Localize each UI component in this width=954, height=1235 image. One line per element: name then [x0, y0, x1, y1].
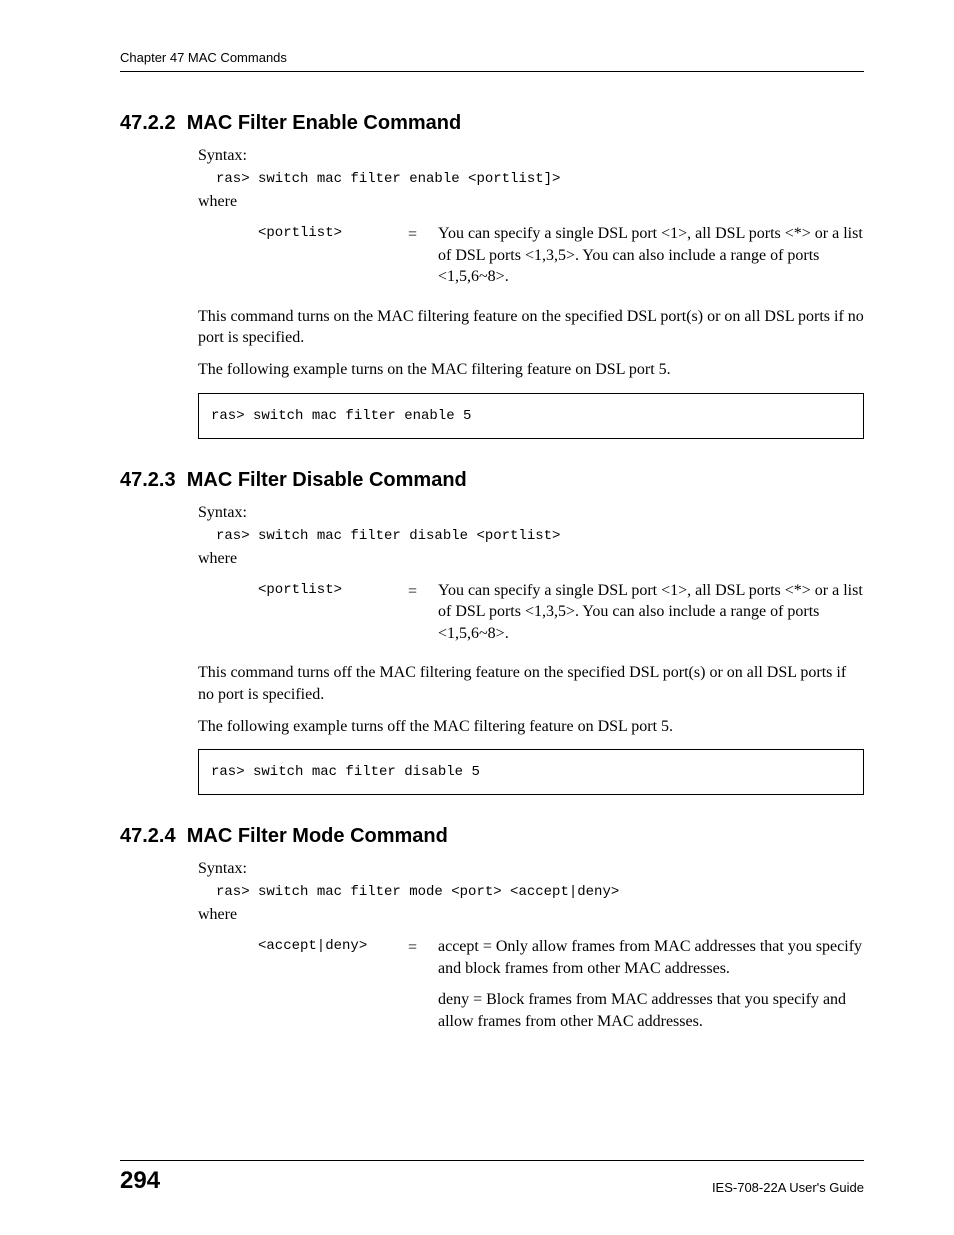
body-text: This command turns off the MAC filtering… — [198, 662, 864, 705]
param-row: <portlist> = You can specify a single DS… — [258, 223, 864, 288]
where-label: where — [198, 193, 864, 211]
param-desc-line: deny = Block frames from MAC addresses t… — [438, 989, 864, 1032]
section-heading: 47.2.2 MAC Filter Enable Command — [120, 112, 864, 135]
param-name: <portlist> — [258, 223, 408, 243]
param-eq: = — [408, 936, 438, 959]
section-title: MAC Filter Mode Command — [187, 825, 448, 847]
body-text: The following example turns on the MAC f… — [198, 359, 864, 381]
page-footer: 294 IES-708-22A User's Guide — [120, 1160, 864, 1195]
param-eq: = — [408, 223, 438, 246]
param-desc: accept = Only allow frames from MAC addr… — [438, 936, 864, 1042]
param-eq: = — [408, 580, 438, 603]
section-title: MAC Filter Enable Command — [187, 112, 461, 134]
example-box: ras> switch mac filter disable 5 — [198, 749, 864, 795]
syntax-command: ras> switch mac filter enable <portlist]… — [216, 171, 864, 187]
section-content: Syntax: ras> switch mac filter enable <p… — [198, 147, 864, 288]
param-desc: You can specify a single DSL port <1>, a… — [438, 223, 864, 288]
syntax-label: Syntax: — [198, 147, 864, 165]
syntax-command: ras> switch mac filter mode <port> <acce… — [216, 884, 864, 900]
param-desc-line: accept = Only allow frames from MAC addr… — [438, 936, 864, 979]
section-content: Syntax: ras> switch mac filter mode <por… — [198, 860, 864, 1042]
page-container: Chapter 47 MAC Commands 47.2.2 MAC Filte… — [0, 0, 954, 1235]
param-desc: You can specify a single DSL port <1>, a… — [438, 580, 864, 645]
section-heading: 47.2.3 MAC Filter Disable Command — [120, 469, 864, 492]
param-name: <portlist> — [258, 580, 408, 600]
param-name: <accept|deny> — [258, 936, 408, 956]
syntax-command: ras> switch mac filter disable <portlist… — [216, 528, 864, 544]
section-number: 47.2.4 — [120, 825, 176, 847]
example-box: ras> switch mac filter enable 5 — [198, 393, 864, 439]
syntax-label: Syntax: — [198, 860, 864, 878]
chapter-header: Chapter 47 MAC Commands — [120, 50, 864, 72]
param-row: <portlist> = You can specify a single DS… — [258, 580, 864, 645]
section-content: Syntax: ras> switch mac filter disable <… — [198, 504, 864, 645]
section-heading: 47.2.4 MAC Filter Mode Command — [120, 825, 864, 848]
page-number: 294 — [120, 1167, 160, 1195]
where-label: where — [198, 906, 864, 924]
section-number: 47.2.3 — [120, 469, 176, 491]
section-title: MAC Filter Disable Command — [187, 469, 467, 491]
syntax-label: Syntax: — [198, 504, 864, 522]
body-text: This command turns on the MAC filtering … — [198, 306, 864, 349]
section-number: 47.2.2 — [120, 112, 176, 134]
guide-title: IES-708-22A User's Guide — [712, 1180, 864, 1195]
where-label: where — [198, 550, 864, 568]
param-row: <accept|deny> = accept = Only allow fram… — [258, 936, 864, 1042]
body-text: The following example turns off the MAC … — [198, 716, 864, 738]
